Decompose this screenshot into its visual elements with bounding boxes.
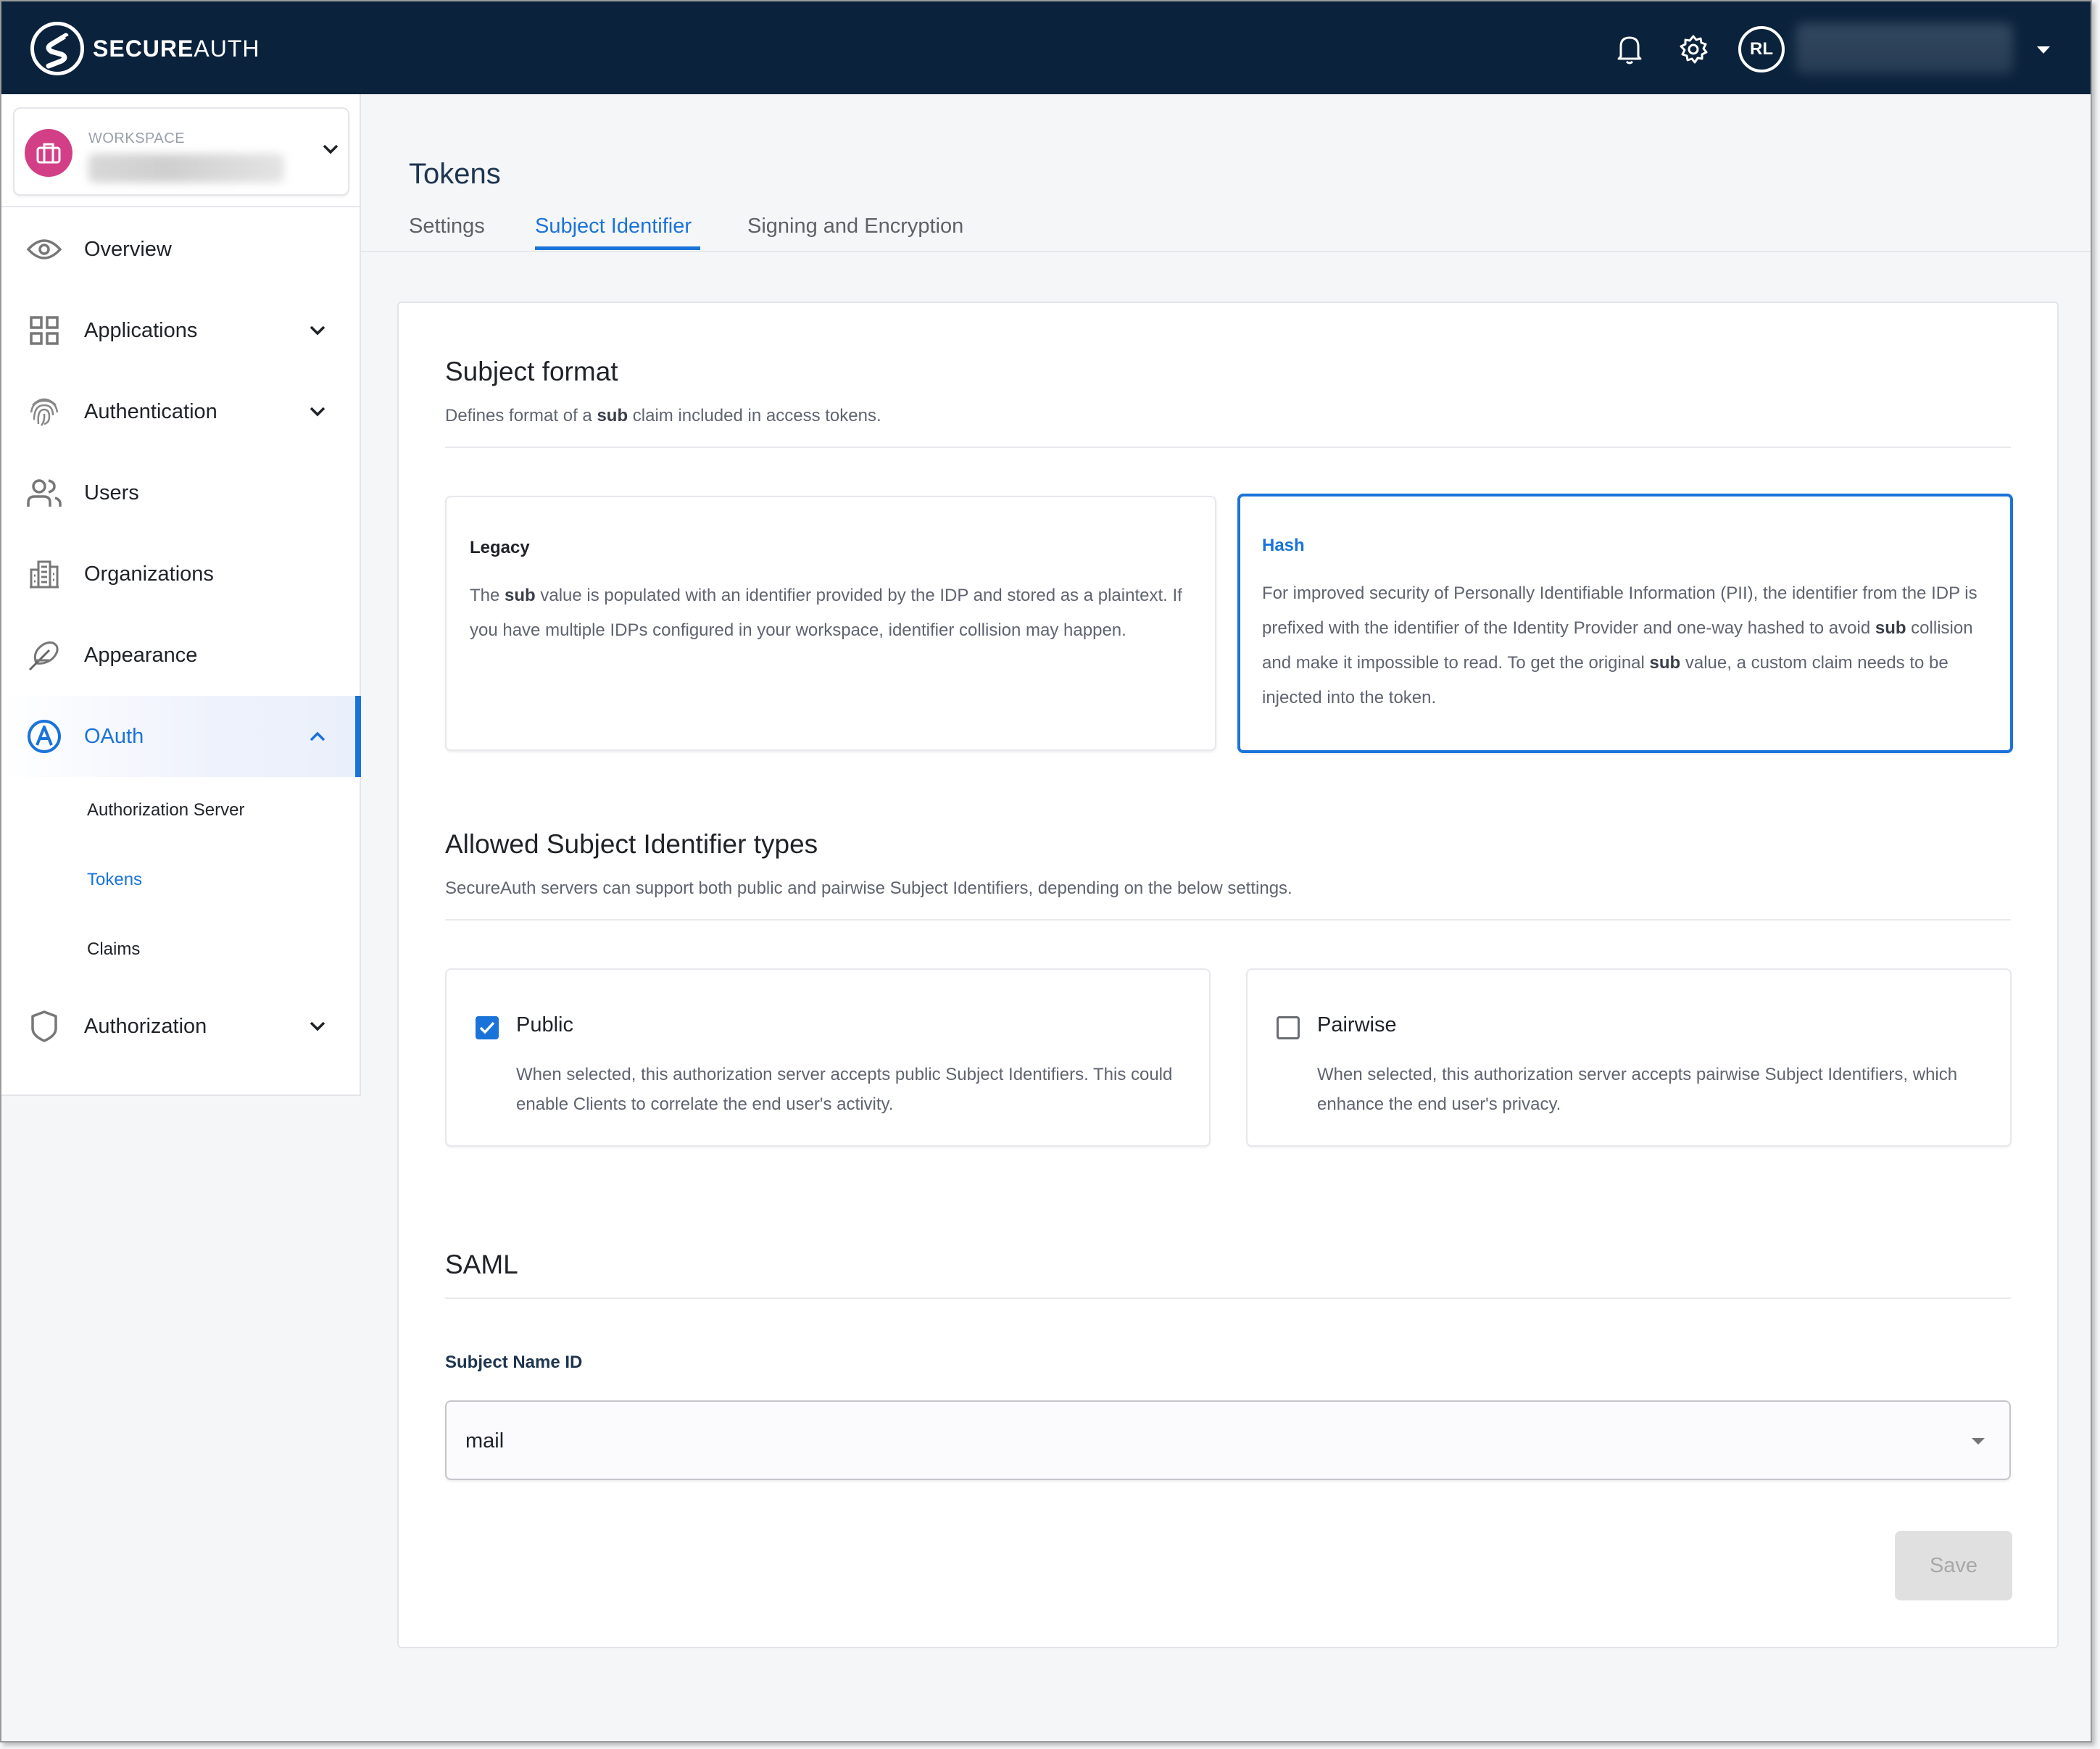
brand-name-bold: SECURE [93, 35, 194, 62]
eye-icon [26, 231, 62, 267]
tab-subject-identifier[interactable]: Subject Identifier [535, 215, 692, 238]
briefcase-icon [36, 143, 61, 164]
sidebar-item-users[interactable]: Users [1, 452, 360, 533]
settings-button[interactable] [1676, 32, 1711, 67]
sidebar-subitem-claims[interactable]: Claims [87, 939, 140, 960]
chevron-down-icon [323, 144, 339, 154]
chevron-up-icon [310, 731, 325, 741]
option-title: Legacy [470, 538, 530, 557]
workspace-label: WORKSPACE [88, 130, 186, 146]
public-checkbox[interactable] [476, 1016, 499, 1039]
subject-name-id-select[interactable]: mail [445, 1400, 2011, 1480]
public-label[interactable]: Public [516, 1013, 573, 1037]
desc-text: claim included in access tokens. [628, 406, 881, 425]
desc-text: The [470, 586, 505, 605]
chevron-down-icon [310, 1021, 325, 1031]
sidebar-item-appearance[interactable]: Appearance [1, 615, 360, 696]
gear-icon [1680, 35, 1708, 64]
bell-icon [1617, 36, 1642, 65]
public-option-card: Public When selected, this authorization… [445, 968, 1211, 1147]
users-icon [26, 475, 62, 511]
subject-format-option-hash[interactable]: Hash For improved security of Personally… [1237, 494, 2013, 753]
subject-format-option-legacy[interactable]: Legacy The sub value is populated with a… [445, 496, 1216, 751]
tab-settings[interactable]: Settings [409, 215, 485, 238]
feather-icon [26, 637, 62, 673]
notifications-button[interactable] [1612, 32, 1647, 67]
divider [445, 919, 2011, 921]
tab-bar: Settings Subject Identifier Signing and … [361, 204, 2091, 252]
desc-bold: sub [505, 586, 536, 605]
user-avatar[interactable]: RL [1738, 26, 1785, 72]
desc-bold: sub [1875, 618, 1906, 638]
sidebar-item-label: Authorization [84, 1014, 207, 1038]
desc-text: Defines format of a [445, 406, 597, 425]
option-description: The sub value is populated with an ident… [470, 578, 1193, 648]
pairwise-option-card: Pairwise When selected, this authorizati… [1246, 968, 2012, 1147]
save-button[interactable]: Save [1895, 1531, 2012, 1600]
buildings-icon [26, 556, 62, 592]
sidebar-item-label: Appearance [84, 643, 198, 667]
allowed-types-title: Allowed Subject Identifier types [445, 829, 818, 859]
sidebar-item-label: Overview [84, 237, 172, 261]
fingerprint-icon [26, 394, 62, 430]
tab-signing-and-encryption[interactable]: Signing and Encryption [747, 215, 963, 238]
caret-down-icon[interactable] [2037, 46, 2050, 54]
brand-name-light: AUTH [194, 35, 260, 62]
workspace-badge [25, 129, 72, 177]
divider [1, 206, 360, 207]
subject-format-description: Defines format of a sub claim included i… [445, 406, 881, 426]
divider [445, 1297, 2011, 1299]
allowed-types-description: SecureAuth servers can support both publ… [445, 878, 1292, 898]
sidebar-item-label: OAuth [84, 724, 144, 748]
saml-title: SAML [445, 1250, 518, 1279]
secureauth-logo-icon [30, 22, 84, 75]
sidebar-item-authorization[interactable]: Authorization [1, 986, 360, 1067]
caret-down-icon [1972, 1438, 1985, 1445]
desc-bold: sub [597, 406, 628, 425]
sidebar-item-label: Applications [84, 318, 198, 342]
sidebar-item-organizations[interactable]: Organizations [1, 533, 360, 615]
sidebar-item-applications[interactable]: Applications [1, 290, 360, 371]
app-window: SECUREAUTH RL WORKSPACE Overview Applica… [0, 0, 2092, 1742]
pairwise-checkbox[interactable] [1277, 1016, 1300, 1039]
sidebar-item-overview[interactable]: Overview [1, 209, 360, 290]
page-title: Tokens [409, 158, 501, 190]
chevron-down-icon [310, 325, 325, 336]
active-tab-indicator [535, 246, 700, 250]
chevron-down-icon [310, 407, 325, 417]
subject-name-id-label: Subject Name ID [445, 1353, 583, 1372]
grid-icon [26, 312, 62, 349]
sidebar-item-label: Organizations [84, 562, 214, 586]
sidebar-item-oauth[interactable]: OAuth [1, 696, 361, 777]
option-description: For improved security of Personally Iden… [1262, 576, 1988, 715]
sidebar-subitem-authorization-server[interactable]: Authorization Server [87, 800, 244, 821]
public-description: When selected, this authorization server… [516, 1065, 1173, 1114]
secureauth-logo[interactable]: SECUREAUTH [30, 22, 260, 75]
top-navigation-bar: SECUREAUTH RL [1, 1, 2091, 94]
desc-text: For improved security of Personally Iden… [1262, 583, 1977, 638]
subject-format-title: Subject format [445, 357, 618, 386]
option-title: Hash [1262, 536, 1305, 555]
sidebar-item-label: Authentication [84, 399, 217, 423]
desc-text: value is populated with an identifier pr… [470, 586, 1182, 640]
workspace-name-redacted [88, 154, 284, 183]
desc-bold: sub [1649, 653, 1681, 673]
sidebar-item-authentication[interactable]: Authentication [1, 371, 360, 452]
user-name-redacted[interactable] [1796, 23, 2013, 74]
sidebar-item-label: Users [84, 481, 139, 504]
shield-icon [26, 1008, 62, 1044]
sidebar-subitem-tokens[interactable]: Tokens [87, 870, 142, 890]
checkmark-icon [479, 1021, 495, 1034]
sidebar: WORKSPACE Overview Applications Authenti… [1, 94, 361, 1096]
select-value: mail [465, 1429, 505, 1453]
pairwise-label[interactable]: Pairwise [1317, 1013, 1397, 1037]
brand-name: SECUREAUTH [93, 36, 260, 62]
workspace-selector[interactable]: WORKSPACE [13, 107, 349, 196]
divider [445, 446, 2011, 448]
pairwise-description: When selected, this authorization server… [1317, 1065, 1958, 1114]
oauth-icon [26, 718, 62, 755]
